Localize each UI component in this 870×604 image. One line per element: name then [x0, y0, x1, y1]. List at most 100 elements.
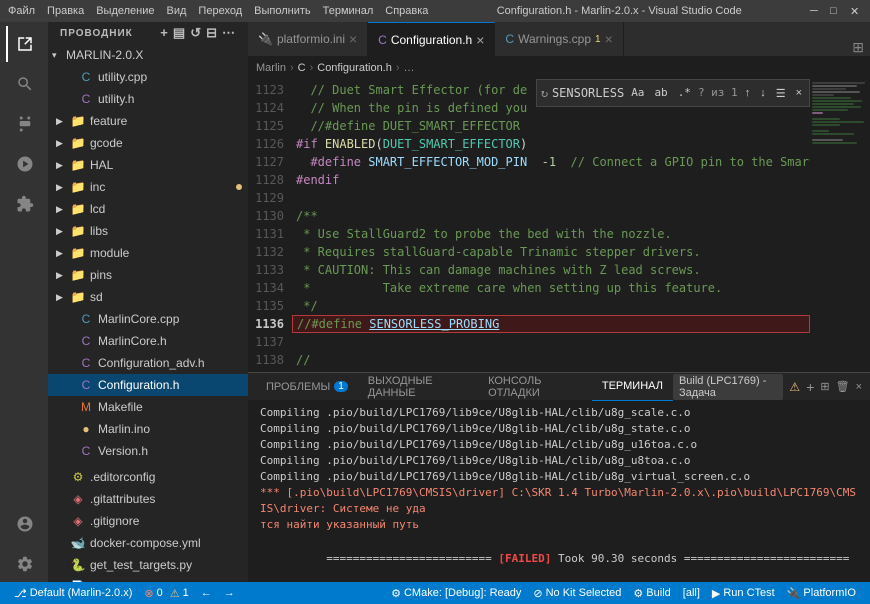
activity-source-control[interactable] [6, 106, 42, 142]
folder-icon: 📁 [70, 179, 86, 195]
split-terminal-button[interactable]: ⊞ [820, 380, 829, 393]
sidebar-item-editorconfig[interactable]: ⚙ .editorconfig [48, 466, 248, 488]
search-close-button[interactable]: × [793, 86, 805, 100]
menu-file[interactable]: Файл [8, 5, 35, 17]
code-line-1130: /** [292, 207, 810, 225]
activity-account[interactable] [6, 506, 42, 542]
activity-settings[interactable] [6, 546, 42, 582]
menu-selection[interactable]: Выделение [96, 5, 154, 17]
activity-debug[interactable] [6, 146, 42, 182]
code-line-1134: * Take extreme care when setting up this… [292, 279, 810, 297]
sidebar-item-module[interactable]: ▶ 📁 module [48, 242, 248, 264]
status-run-ctest[interactable]: ▶ Run CTest [706, 582, 781, 604]
sidebar-item-makefile[interactable]: M Makefile [48, 396, 248, 418]
sidebar-item-gitignore[interactable]: ◈ .gitignore [48, 510, 248, 532]
new-folder-icon[interactable]: ▤ [173, 25, 186, 41]
tab-warnings-cpp[interactable]: C Warnings.cpp 1 × [495, 22, 623, 56]
tree-label: MarlinCore.h [98, 334, 167, 348]
tab-label: ТЕРМИНАЛ [602, 380, 663, 392]
tab-bar: 🔌 platformio.ini × C Configuration.h × C… [248, 22, 870, 57]
terminal-content[interactable]: Compiling .pio/build/LPC1769/lib9ce/U8gl… [248, 401, 870, 582]
sidebar-item-HAL[interactable]: ▶ 📁 HAL [48, 154, 248, 176]
tree-label: .editorconfig [90, 470, 155, 484]
kill-terminal-button[interactable]: 🗑 [836, 380, 850, 393]
menu-terminal[interactable]: Терминал [323, 5, 374, 17]
code-area[interactable]: ↻ SENSORLESS Aa ab .* ? из 1 ↑ ↓ ☰ × // … [292, 79, 810, 372]
search-regex[interactable]: .* [675, 83, 694, 103]
search-prev-button[interactable]: ↑ [742, 86, 754, 100]
menu-edit[interactable]: Правка [47, 5, 84, 17]
status-all[interactable]: [all] [677, 582, 706, 604]
sidebar-item-version-h[interactable]: C Version.h [48, 440, 248, 462]
minimize-button[interactable]: ─ [810, 5, 822, 17]
menu-view[interactable]: Вид [167, 5, 187, 17]
sidebar-item-sd[interactable]: ▶ 📁 sd [48, 286, 248, 308]
more-icon[interactable]: ⋯ [222, 25, 236, 41]
code-line-1125: //#define DUET_SMART_EFFECTOR [292, 117, 810, 135]
status-nav-next[interactable]: → [218, 582, 241, 604]
search-match-case[interactable]: Aa [628, 83, 647, 103]
line-numbers: 1123 1124 1125 1126 1127 1128 1129 1130 … [248, 79, 292, 372]
menu-help[interactable]: Справка [385, 5, 428, 17]
close-button[interactable]: ✕ [850, 5, 862, 17]
sidebar-item-lcd[interactable]: ▶ 📁 lcd [48, 198, 248, 220]
new-file-icon[interactable]: + [160, 25, 169, 41]
status-git-branch[interactable]: ⎇ Default (Marlin-2.0.x) [8, 582, 138, 604]
tab-close-button[interactable]: × [605, 32, 613, 46]
refresh-icon[interactable]: ↺ [190, 25, 202, 41]
sidebar-item-marlincore-h[interactable]: C MarlinCore.h [48, 330, 248, 352]
platformio-label: PlatformIO [803, 587, 856, 599]
breadcrumb-part[interactable]: … [404, 62, 415, 74]
status-no-kit[interactable]: ⊘ No Kit Selected [527, 582, 627, 604]
tab-terminal[interactable]: ТЕРМИНАЛ [592, 373, 673, 401]
status-platformio[interactable]: 🔌 PlatformIO [781, 582, 862, 604]
collapse-icon[interactable]: ⊟ [206, 25, 218, 41]
tab-debug-console[interactable]: КОНСОЛЬ ОТЛАДКИ [478, 373, 592, 401]
menu-go[interactable]: Переход [198, 5, 242, 17]
breadcrumb-part[interactable]: Configuration.h [317, 62, 392, 74]
sidebar-item-config-h[interactable]: C Configuration.h [48, 374, 248, 396]
breadcrumb-sep: › [396, 62, 400, 74]
search-whole-word[interactable]: ab [651, 83, 670, 103]
maximize-button[interactable]: □ [830, 5, 842, 17]
split-editor-icon[interactable]: ⊞ [852, 39, 864, 56]
sidebar: ПРОВОДНИК + ▤ ↺ ⊟ ⋯ ▾ MARLIN-2.0.X C uti… [48, 22, 248, 582]
tab-close-button[interactable]: × [349, 32, 357, 46]
tree-label: pins [90, 268, 112, 282]
sidebar-item-inc[interactable]: ▶ 📁 inc [48, 176, 248, 198]
sidebar-item-feature[interactable]: ▶ 📁 feature [48, 110, 248, 132]
sidebar-item-libs[interactable]: ▶ 📁 libs [48, 220, 248, 242]
sidebar-item-config-adv[interactable]: C Configuration_adv.h [48, 352, 248, 374]
sidebar-item-marlincore-cpp[interactable]: C MarlinCore.cpp [48, 308, 248, 330]
build-label: Build [646, 587, 670, 599]
breadcrumb-part[interactable]: C [298, 62, 306, 74]
activity-explorer[interactable] [6, 26, 42, 62]
tab-close-button[interactable]: × [476, 33, 484, 47]
status-errors[interactable]: ⊗ 0 ⚠ 1 [138, 582, 194, 604]
activity-extensions[interactable] [6, 186, 42, 222]
add-terminal-button[interactable]: + [806, 379, 814, 395]
sidebar-item-get-test[interactable]: 🐍 get_test_targets.py [48, 554, 248, 576]
tab-output[interactable]: ВЫХОДНЫЕ ДАННЫЕ [358, 373, 478, 401]
status-cmake[interactable]: ⚙ CMake: [Debug]: Ready [385, 582, 527, 604]
sidebar-item-marlin-ino[interactable]: ● Marlin.ino [48, 418, 248, 440]
sidebar-item-utility-h[interactable]: C utility.h [48, 88, 248, 110]
sidebar-item-gcode[interactable]: ▶ 📁 gcode [48, 132, 248, 154]
main-area: ПРОВОДНИК + ▤ ↺ ⊟ ⋯ ▾ MARLIN-2.0.X C uti… [0, 22, 870, 582]
sidebar-item-docker[interactable]: 🐋 docker-compose.yml [48, 532, 248, 554]
breadcrumb-part[interactable]: Marlin [256, 62, 286, 74]
tab-problems[interactable]: ПРОБЛЕМЫ 1 [256, 373, 358, 401]
sidebar-item-gitattributes[interactable]: ◈ .gitattributes [48, 488, 248, 510]
sidebar-item-utility-cpp[interactable]: C utility.cpp [48, 66, 248, 88]
tree-root[interactable]: ▾ MARLIN-2.0.X [48, 44, 248, 66]
status-nav-prev[interactable]: ← [195, 582, 218, 604]
search-filter-button[interactable]: ☰ [773, 86, 789, 101]
tab-platformio[interactable]: 🔌 platformio.ini × [248, 22, 368, 56]
sidebar-item-pins[interactable]: ▶ 📁 pins [48, 264, 248, 286]
search-next-button[interactable]: ↓ [757, 86, 769, 100]
tab-configuration-h[interactable]: C Configuration.h × [368, 22, 495, 56]
activity-search[interactable] [6, 66, 42, 102]
menu-run[interactable]: Выполнить [254, 5, 310, 17]
close-panel-button[interactable]: × [856, 381, 862, 393]
status-build[interactable]: ⚙ Build [627, 582, 676, 604]
